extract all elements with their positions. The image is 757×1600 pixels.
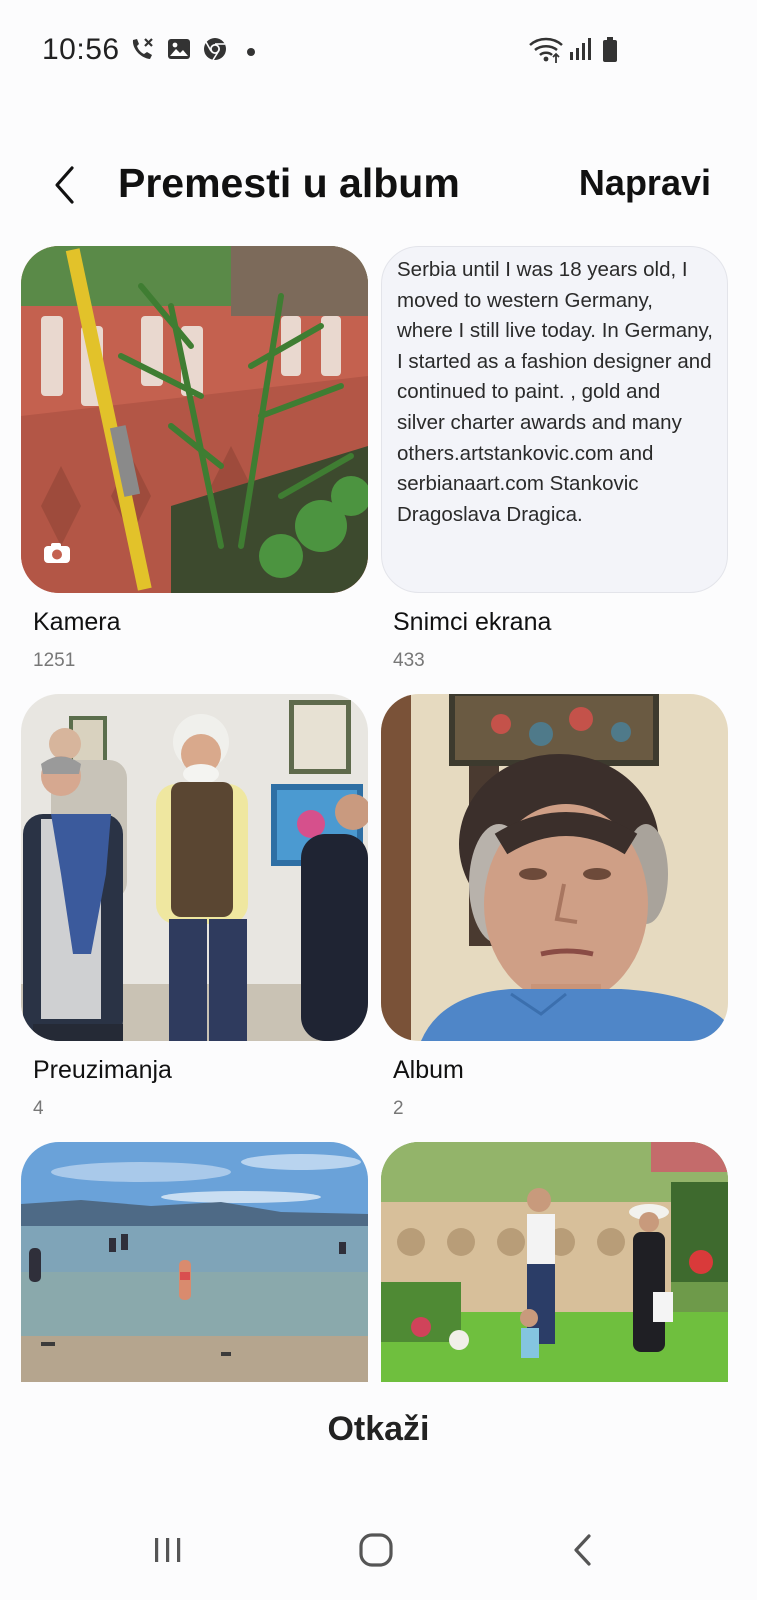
nav-back-button[interactable] (564, 1530, 604, 1575)
cancel-button[interactable]: Otkaži (0, 1410, 757, 1449)
album-card-6[interactable] (381, 1142, 728, 1382)
album-card-album[interactable]: Album 2 (381, 694, 728, 1119)
album-count: 433 (393, 650, 425, 671)
album-grid: Kamera 1251 Serbia until I was 18 years … (0, 0, 757, 1382)
recent-apps-icon (155, 1538, 181, 1562)
home-button[interactable] (356, 1530, 396, 1575)
album-thumbnail (21, 1142, 368, 1382)
album-card-kamera[interactable]: Kamera 1251 (21, 246, 368, 671)
album-thumbnail (21, 694, 368, 1041)
camera-icon (44, 543, 70, 563)
recent-apps-button[interactable] (148, 1530, 188, 1575)
album-name: Kamera (33, 608, 121, 636)
album-thumbnail (21, 246, 368, 593)
album-card-snimci-ekrana[interactable]: Serbia until I was 18 years old, I moved… (381, 246, 728, 671)
album-count: 4 (33, 1098, 44, 1119)
album-name: Preuzimanja (33, 1056, 172, 1084)
album-count: 2 (393, 1098, 404, 1119)
album-card-5[interactable] (21, 1142, 368, 1382)
album-thumbnail-text: Serbia until I was 18 years old, I moved… (381, 246, 728, 593)
back-icon (574, 1534, 591, 1566)
album-thumbnail (381, 694, 728, 1041)
album-card-preuzimanja[interactable]: Preuzimanja 4 (21, 694, 368, 1119)
album-name: Snimci ekrana (393, 608, 552, 636)
album-count: 1251 (33, 650, 76, 671)
album-name: Album (393, 1056, 464, 1084)
album-thumbnail (381, 1142, 728, 1382)
home-icon (359, 1533, 393, 1567)
system-nav-bar (0, 1520, 757, 1600)
